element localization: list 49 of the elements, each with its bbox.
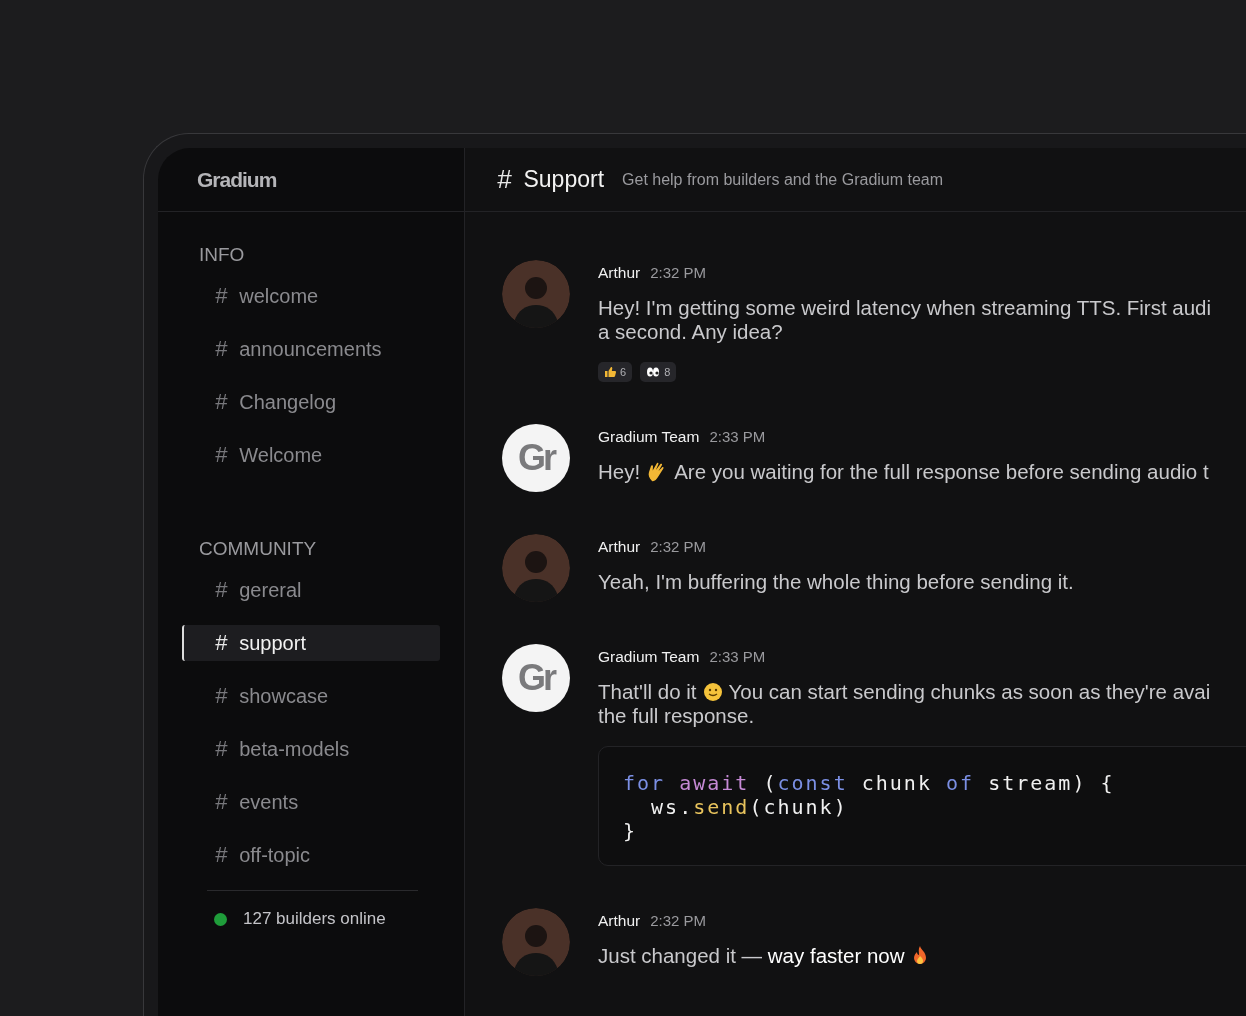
code-line: for await (const chunk of stream) {: [623, 771, 1116, 795]
channel-link[interactable]: # announcements: [182, 331, 440, 367]
timestamp: 2:32 PM: [650, 912, 707, 929]
author-name: Arthur: [598, 538, 641, 556]
channel-link[interactable]: # support: [182, 625, 440, 661]
message-text: Hey!: [598, 460, 641, 484]
message-text: Are you waiting for the full response before sending audio t: [674, 460, 1209, 484]
message-text: a second. Any idea?: [598, 320, 783, 344]
code-line: ws.send(chunk): [650, 795, 849, 819]
section-heading: COMMUNITY: [198, 538, 318, 560]
channel-link[interactable]: # showcase: [182, 678, 440, 714]
thumbs-up-icon: [604, 366, 616, 378]
timestamp: 2:33 PM: [709, 648, 766, 665]
channel-hash: #: [497, 164, 512, 195]
channel-link[interactable]: # gereral: [182, 572, 440, 608]
timestamp: 2:32 PM: [650, 264, 707, 281]
message-text: the full response.: [598, 704, 755, 728]
avatar-icon: [502, 908, 570, 976]
avatar-icon: [502, 534, 570, 602]
channel-title: Support: [523, 166, 605, 193]
smiley-icon: [702, 682, 723, 702]
channel-description: Get help from builders and the Gradium team: [622, 170, 944, 189]
channel-link[interactable]: # off-topic: [182, 837, 440, 873]
channel-link[interactable]: # events: [182, 784, 440, 820]
section-heading: INFO: [198, 244, 246, 266]
avatar-icon: [502, 260, 570, 328]
author-name: Arthur: [598, 912, 641, 930]
author-name: Gradium Team: [598, 428, 700, 446]
message-text: That'll do it: [598, 680, 697, 704]
channel-link[interactable]: # Welcome: [182, 437, 440, 473]
message-text: Hey! I'm getting some weird latency when streaming TTS. First audi: [598, 296, 1212, 320]
avatar: Gr: [502, 424, 570, 492]
eyes-icon: [646, 366, 661, 378]
message-text: You can start sending chunks as soon as they're avai: [728, 680, 1211, 704]
author-name: Arthur: [598, 264, 641, 282]
code-line: }: [623, 819, 639, 843]
online-count: 127 builders online: [243, 909, 386, 929]
reaction-button[interactable]: 6: [598, 362, 633, 382]
author-name: Gradium Team: [598, 648, 700, 666]
message-text: Just changed it — way faster now: [598, 944, 905, 968]
channel-link[interactable]: # Changelog: [182, 384, 440, 420]
timestamp: 2:33 PM: [709, 428, 766, 445]
reaction-button[interactable]: 8: [640, 362, 677, 382]
logo-text: Gradium: [197, 167, 277, 192]
avatar: Gr: [502, 644, 570, 712]
timestamp: 2:32 PM: [650, 538, 707, 555]
message-text: Yeah, I'm buffering the whole thing before sending it.: [598, 570, 1074, 594]
channel-link[interactable]: # beta-models: [182, 731, 440, 767]
channel-link[interactable]: # welcome: [182, 278, 440, 314]
